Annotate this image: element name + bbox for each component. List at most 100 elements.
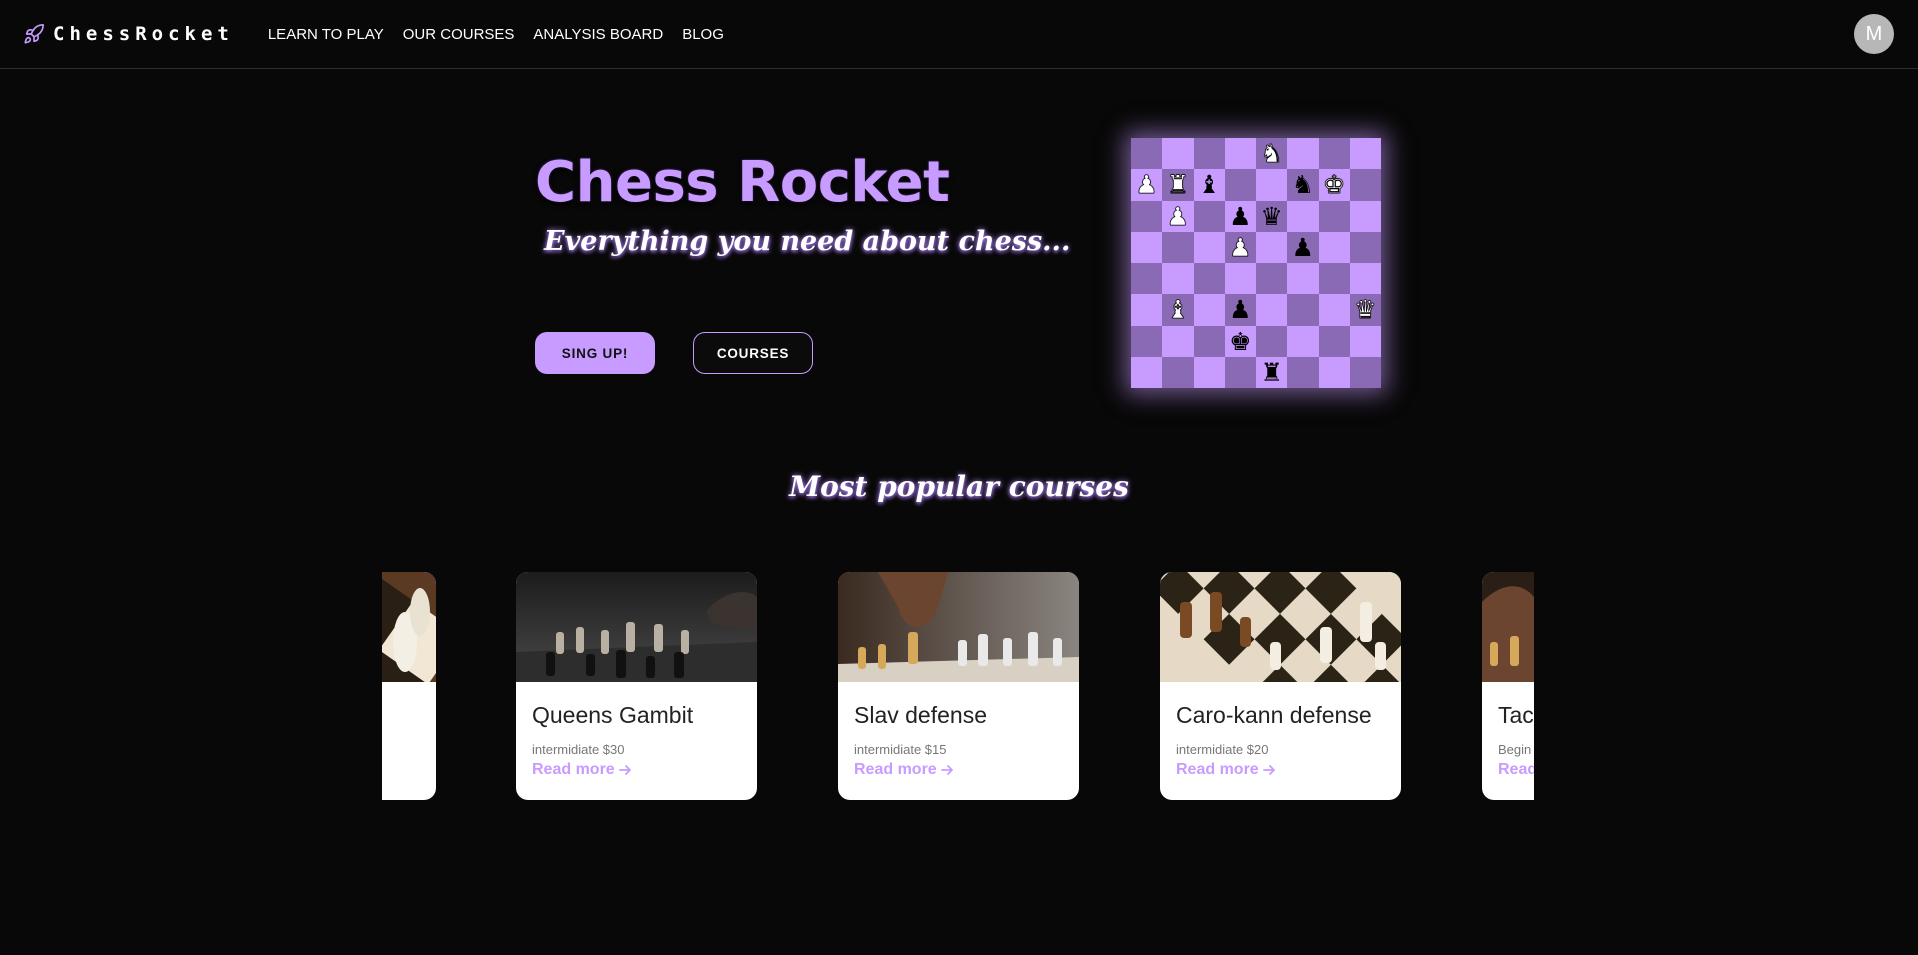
square-b5[interactable] [1162, 231, 1194, 263]
white-rook-icon[interactable]: ♜ [1166, 172, 1189, 198]
square-c8[interactable] [1193, 138, 1225, 170]
square-h1[interactable] [1349, 356, 1381, 388]
square-g2[interactable] [1318, 325, 1350, 357]
square-a4[interactable] [1131, 263, 1163, 295]
square-a3[interactable] [1131, 294, 1163, 326]
square-c2[interactable] [1193, 325, 1225, 357]
square-c3[interactable] [1193, 294, 1225, 326]
square-b3[interactable]: ♝ [1162, 294, 1194, 326]
square-d6[interactable]: ♟ [1224, 200, 1256, 232]
square-d7[interactable] [1224, 169, 1256, 201]
square-a5[interactable] [1131, 231, 1163, 263]
square-f1[interactable] [1287, 356, 1319, 388]
nav-learn-to-play[interactable]: LEARN TO PLAY [268, 26, 384, 43]
square-e5[interactable] [1256, 231, 1288, 263]
square-h5[interactable] [1349, 231, 1381, 263]
square-h3[interactable]: ♛ [1349, 294, 1381, 326]
square-h7[interactable] [1349, 169, 1381, 201]
read-more-link[interactable]: Read more [854, 761, 954, 779]
square-f4[interactable] [1287, 263, 1319, 295]
square-b4[interactable] [1162, 263, 1194, 295]
nav-blog[interactable]: BLOG [682, 26, 724, 43]
square-a7[interactable]: ♟ [1131, 169, 1163, 201]
square-f7[interactable]: ♞ [1287, 169, 1319, 201]
nav-analysis-board[interactable]: ANALYSIS BOARD [533, 26, 663, 43]
square-e4[interactable] [1256, 263, 1288, 295]
black-queen-icon[interactable]: ♛ [1260, 204, 1282, 229]
black-bishop-icon[interactable]: ♝ [1198, 172, 1220, 197]
white-pawn-icon[interactable]: ♟ [1166, 203, 1189, 229]
square-d8[interactable] [1224, 138, 1256, 170]
read-more-link[interactable]: Read more [532, 761, 632, 779]
square-b1[interactable] [1162, 356, 1194, 388]
square-e7[interactable] [1256, 169, 1288, 201]
square-g7[interactable]: ♚ [1318, 169, 1350, 201]
course-card[interactable] [382, 572, 436, 800]
square-c6[interactable] [1193, 200, 1225, 232]
chess-board[interactable]: ♞ ♟ ♜ ♝ ♞ ♚ ♟ ♟ ♛ ♟ ♟ ♝ ♟ ♛ ♚ ♜ [1131, 138, 1381, 388]
black-rook-icon[interactable]: ♜ [1260, 360, 1282, 385]
signup-button[interactable]: SING UP! [535, 332, 655, 374]
square-h2[interactable] [1349, 325, 1381, 357]
brand-logo[interactable]: ChessRocket [23, 23, 234, 45]
square-c4[interactable] [1193, 263, 1225, 295]
square-e3[interactable] [1256, 294, 1288, 326]
square-g1[interactable] [1318, 356, 1350, 388]
square-e2[interactable] [1256, 325, 1288, 357]
black-pawn-icon[interactable]: ♟ [1292, 235, 1314, 260]
square-b8[interactable] [1162, 138, 1194, 170]
black-pawn-icon[interactable]: ♟ [1229, 204, 1251, 229]
square-d4[interactable] [1224, 263, 1256, 295]
courses-button[interactable]: COURSES [693, 332, 813, 374]
square-e1[interactable]: ♜ [1256, 356, 1288, 388]
square-d1[interactable] [1224, 356, 1256, 388]
black-knight-icon[interactable]: ♞ [1292, 172, 1314, 197]
white-queen-icon[interactable]: ♛ [1354, 297, 1377, 323]
square-h6[interactable] [1349, 200, 1381, 232]
white-pawn-icon[interactable]: ♟ [1135, 172, 1158, 198]
nav-our-courses[interactable]: OUR COURSES [403, 26, 515, 43]
white-bishop-icon[interactable]: ♝ [1166, 297, 1189, 323]
square-a8[interactable] [1131, 138, 1163, 170]
square-g3[interactable] [1318, 294, 1350, 326]
square-c5[interactable] [1193, 231, 1225, 263]
read-more-link[interactable]: Read [1498, 761, 1534, 779]
square-e8[interactable]: ♞ [1256, 138, 1288, 170]
square-h4[interactable] [1349, 263, 1381, 295]
square-b2[interactable] [1162, 325, 1194, 357]
square-e6[interactable]: ♛ [1256, 200, 1288, 232]
course-card-slav-defense[interactable]: Slav defense intermidiate $15 Read more [838, 572, 1079, 800]
square-b6[interactable]: ♟ [1162, 200, 1194, 232]
square-f6[interactable] [1287, 200, 1319, 232]
black-king-icon[interactable]: ♚ [1229, 329, 1251, 354]
square-g8[interactable] [1318, 138, 1350, 170]
square-b7[interactable]: ♜ [1162, 169, 1194, 201]
square-a2[interactable] [1131, 325, 1163, 357]
square-h8[interactable] [1349, 138, 1381, 170]
course-card-tactics[interactable]: Tac Begin Read [1482, 572, 1534, 800]
square-d5[interactable]: ♟ [1224, 231, 1256, 263]
square-g4[interactable] [1318, 263, 1350, 295]
square-c1[interactable] [1193, 356, 1225, 388]
course-image [838, 572, 1079, 682]
courses-carousel[interactable]: Queens Gambit intermidiate $30 Read more… [382, 572, 1534, 802]
course-card-queens-gambit[interactable]: Queens Gambit intermidiate $30 Read more [516, 572, 757, 800]
square-a6[interactable] [1131, 200, 1163, 232]
square-c7[interactable]: ♝ [1193, 169, 1225, 201]
square-a1[interactable] [1131, 356, 1163, 388]
avatar[interactable]: M [1854, 14, 1894, 54]
square-g5[interactable] [1318, 231, 1350, 263]
white-king-icon[interactable]: ♚ [1323, 172, 1346, 198]
square-f5[interactable]: ♟ [1287, 231, 1319, 263]
square-f2[interactable] [1287, 325, 1319, 357]
square-g6[interactable] [1318, 200, 1350, 232]
white-knight-icon[interactable]: ♞ [1260, 141, 1283, 167]
square-d2[interactable]: ♚ [1224, 325, 1256, 357]
read-more-link[interactable]: Read more [1176, 761, 1276, 779]
square-f8[interactable] [1287, 138, 1319, 170]
square-f3[interactable] [1287, 294, 1319, 326]
black-pawn-icon[interactable]: ♟ [1229, 297, 1251, 322]
square-d3[interactable]: ♟ [1224, 294, 1256, 326]
course-card-caro-kann-defense[interactable]: Caro-kann defense intermidiate $20 Read … [1160, 572, 1401, 800]
white-pawn-icon[interactable]: ♟ [1229, 235, 1252, 261]
